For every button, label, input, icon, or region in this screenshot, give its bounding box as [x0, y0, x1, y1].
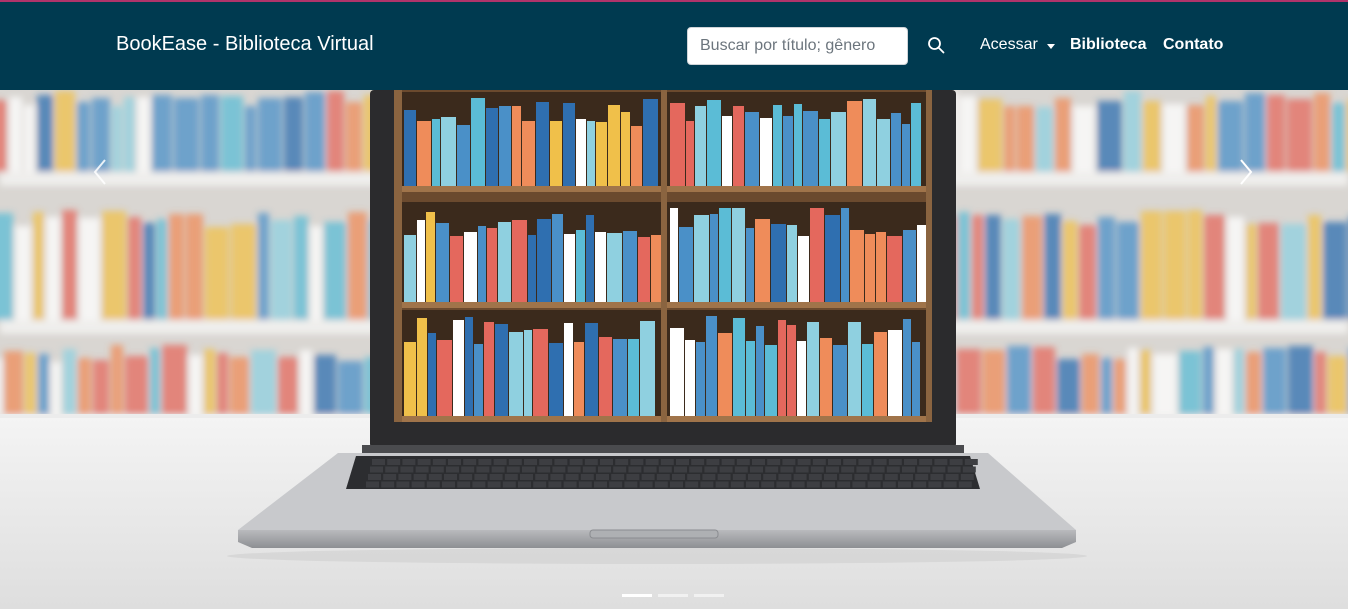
- carousel-indicator[interactable]: [622, 594, 652, 597]
- chevron-right-icon: [1240, 159, 1253, 185]
- nav-contato[interactable]: Contato: [1163, 36, 1223, 54]
- hero-carousel: [0, 90, 1348, 609]
- navbar: BookEase - Biblioteca Virtual Acessar Bi…: [0, 2, 1348, 90]
- carousel-indicators: [622, 594, 724, 600]
- hero-slide-image: [0, 90, 1348, 609]
- carousel-next-button[interactable]: [1226, 152, 1266, 192]
- nav-acessar-dropdown[interactable]: Acessar: [980, 36, 1038, 54]
- nav-biblioteca[interactable]: Biblioteca: [1070, 36, 1146, 54]
- caret-down-icon[interactable]: [1047, 44, 1055, 49]
- carousel-prev-button[interactable]: [80, 152, 120, 192]
- search-button[interactable]: [924, 32, 948, 58]
- search-input[interactable]: [687, 27, 908, 65]
- carousel-indicator[interactable]: [694, 594, 724, 597]
- chevron-left-icon: [93, 159, 106, 185]
- carousel-indicator[interactable]: [658, 594, 688, 597]
- search-icon: [928, 37, 945, 54]
- brand-title[interactable]: BookEase - Biblioteca Virtual: [116, 33, 374, 56]
